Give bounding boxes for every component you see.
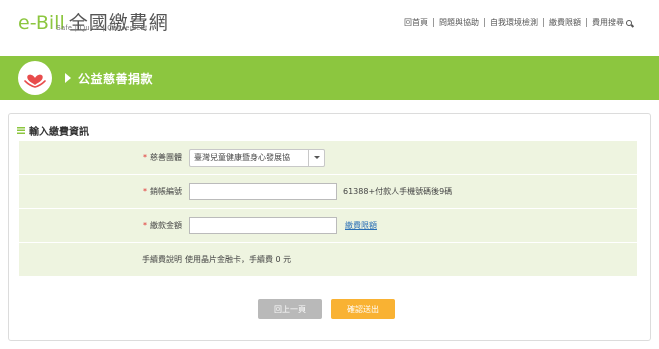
breadcrumb-arrow-icon <box>65 73 71 83</box>
form-actions: 回上一頁 確認送出 <box>258 299 395 319</box>
payment-limit-link[interactable]: 繳費限額 <box>345 220 377 231</box>
account-label: * 銷帳編號 <box>143 187 182 196</box>
nav-home[interactable]: 回首頁 <box>399 17 433 28</box>
back-button[interactable]: 回上一頁 <box>258 299 322 319</box>
charity-label: * 慈善團體 <box>143 153 182 162</box>
chevron-down-icon[interactable] <box>308 149 324 166</box>
payment-form: * 慈善團體 臺灣兒童健康暨身心發展協 * 銷帳編號 61388+付款人手機號碼後9… <box>19 141 637 277</box>
payment-form-panel: 輸入繳費資訊 * 慈善團體 臺灣兒童健康暨身心發展協 * 銷帳編號 61388+付款… <box>8 113 651 341</box>
account-number-input[interactable] <box>189 183 337 200</box>
account-hint: 61388+付款人手機號碼後9碼 <box>343 187 453 196</box>
page-title: 公益慈善捐款 <box>78 72 154 86</box>
section-header: 輸入繳費資訊 <box>17 123 89 138</box>
list-lines-icon <box>17 127 25 134</box>
form-row-account: * 銷帳編號 61388+付款人手機號碼後9碼 <box>19 175 637 209</box>
top-navigation: 回首頁 問題與協助 自我環境檢測 繳費限額 費用搜尋 <box>399 17 637 28</box>
charity-select-value: 臺灣兒童健康暨身心發展協 <box>194 153 290 162</box>
nav-fee-search[interactable]: 費用搜尋 <box>587 17 637 28</box>
nav-env-check[interactable]: 自我環境檢測 <box>485 17 543 28</box>
site-header: e-Bill 全國繳費網 Safe | Quick | Convenient 回… <box>0 0 659 48</box>
page-banner: 公益慈善捐款 <box>0 56 659 100</box>
logo-tagline: Safe | Quick | Convenient <box>56 25 148 32</box>
form-row-fee: 手續費說明 使用晶片金融卡，手續費 0 元 <box>19 243 637 277</box>
fee-label: 手續費說明 <box>142 255 182 264</box>
nav-fee-search-label: 費用搜尋 <box>592 18 624 27</box>
confirm-button[interactable]: 確認送出 <box>331 299 395 319</box>
section-title: 輸入繳費資訊 <box>29 127 89 138</box>
form-row-amount: * 繳款金額 繳費限額 <box>19 209 637 243</box>
amount-input[interactable] <box>189 217 337 234</box>
charity-select[interactable]: 臺灣兒童健康暨身心發展協 <box>189 148 325 167</box>
form-row-charity: * 慈善團體 臺灣兒童健康暨身心發展協 <box>19 141 637 175</box>
nav-payment-limit[interactable]: 繳費限額 <box>544 17 586 28</box>
fee-description: 使用晶片金融卡，手續費 0 元 <box>185 255 292 264</box>
amount-label: * 繳款金額 <box>143 221 182 230</box>
charity-heart-icon <box>18 61 52 95</box>
search-icon <box>626 19 632 26</box>
nav-help[interactable]: 問題與協助 <box>434 17 484 28</box>
